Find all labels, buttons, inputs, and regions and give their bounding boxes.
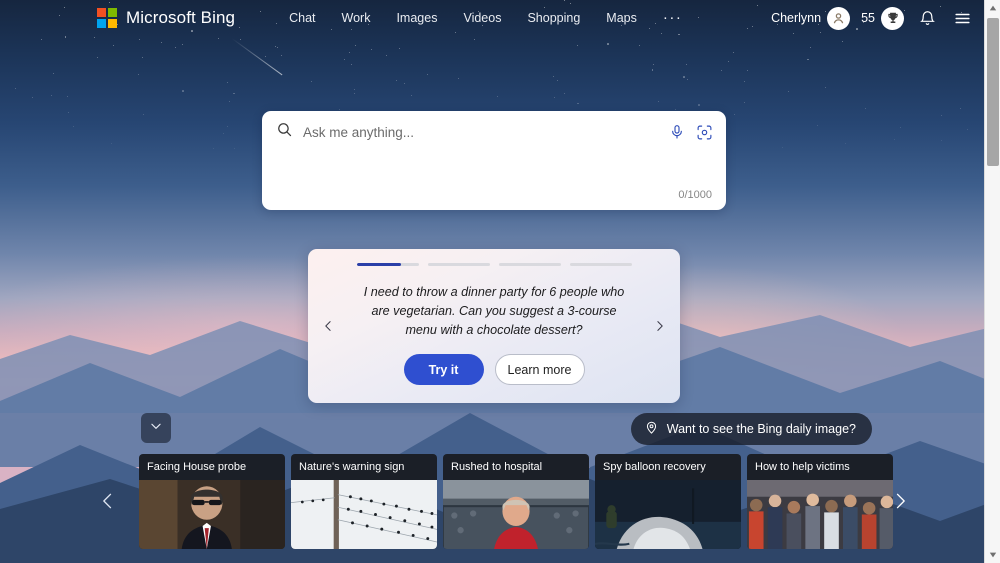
collapse-feed-button[interactable] — [141, 413, 171, 443]
nav-item-maps[interactable]: Maps — [606, 11, 637, 25]
site-header: Microsoft Bing Chat Work Images Videos S… — [0, 0, 988, 36]
progress-segment-2[interactable] — [427, 263, 490, 266]
logo-square-yellow — [107, 18, 117, 28]
news-card[interactable]: How to help victims — [747, 454, 893, 549]
scrollbar-thumb[interactable] — [986, 18, 999, 166]
visual-search-camera-icon[interactable] — [696, 124, 713, 141]
header-actions: Cherlynn 55 — [771, 6, 974, 30]
news-card-image — [443, 480, 589, 549]
suggestion-prompt-text: I need to throw a dinner party for 6 peo… — [363, 285, 625, 337]
news-card[interactable]: Spy balloon recovery — [595, 454, 741, 549]
rewards-count: 55 — [861, 11, 875, 25]
news-card-carousel: Facing House probe Nature's warning sign… — [139, 454, 893, 549]
nav-item-videos[interactable]: Videos — [463, 11, 501, 25]
suggestion-actions: Try it Learn more — [403, 354, 585, 385]
news-card-image — [595, 480, 741, 549]
nav-item-chat[interactable]: Chat — [289, 11, 315, 25]
microsoft-logo-icon — [97, 8, 117, 28]
chevron-down-icon — [149, 419, 163, 438]
main-navigation: Chat Work Images Videos Shopping Maps ··… — [289, 10, 683, 25]
logo-square-red — [97, 8, 107, 18]
location-pin-icon — [644, 420, 659, 438]
progress-segment-1[interactable] — [356, 263, 419, 266]
nav-item-images[interactable]: Images — [396, 11, 437, 25]
carousel-next-chevron-right-icon[interactable] — [890, 487, 910, 515]
search-box: 0/1000 — [262, 111, 726, 210]
search-icon — [276, 121, 293, 143]
nav-item-shopping[interactable]: Shopping — [527, 11, 580, 25]
news-card-title: Rushed to hospital — [451, 461, 543, 473]
nav-more-icon[interactable]: ··· — [663, 10, 683, 25]
brand-logo-link[interactable]: Microsoft Bing — [97, 8, 235, 28]
progress-segment-3[interactable] — [498, 263, 561, 266]
suggestion-prev-chevron-left-icon[interactable] — [322, 317, 335, 335]
bing-daily-image-button[interactable]: Want to see the Bing daily image? — [630, 413, 872, 445]
character-counter: 0/1000 — [678, 189, 712, 201]
try-it-button[interactable]: Try it — [403, 354, 484, 385]
trophy-icon — [881, 6, 904, 30]
scrollbar-track[interactable] — [985, 16, 1000, 547]
search-tools — [669, 124, 713, 141]
news-card[interactable]: Nature's warning sign — [291, 454, 437, 549]
scroll-up-arrow-icon[interactable] — [985, 0, 1000, 16]
hamburger-menu-button[interactable] — [950, 6, 974, 30]
page-scrollbar[interactable] — [984, 0, 1000, 563]
search-input[interactable] — [303, 124, 669, 140]
news-card-title: How to help victims — [755, 461, 850, 473]
search-row — [262, 111, 726, 153]
nav-item-work[interactable]: Work — [342, 11, 371, 25]
progress-segment-4[interactable] — [569, 263, 632, 266]
microphone-icon[interactable] — [669, 124, 685, 140]
learn-more-button[interactable]: Learn more — [494, 354, 585, 385]
news-card-title: Spy balloon recovery — [603, 461, 706, 473]
carousel-prev-chevron-left-icon[interactable] — [98, 487, 118, 515]
bing-homepage: Microsoft Bing Chat Work Images Videos S… — [0, 0, 1000, 563]
suggestion-progress — [356, 263, 632, 266]
bing-daily-image-label: Want to see the Bing daily image? — [666, 422, 856, 436]
scroll-down-arrow-icon[interactable] — [985, 547, 1000, 563]
news-card-image — [747, 480, 893, 549]
news-card-title: Nature's warning sign — [299, 461, 405, 473]
news-card-image — [291, 480, 437, 549]
user-name: Cherlynn — [771, 11, 822, 25]
logo-square-green — [107, 8, 117, 18]
brand-name: Microsoft Bing — [126, 8, 236, 27]
news-card[interactable]: Rushed to hospital — [443, 454, 589, 549]
logo-square-blue — [97, 18, 107, 28]
rewards-button[interactable]: 55 — [861, 6, 904, 30]
notifications-button[interactable] — [915, 6, 939, 30]
news-card[interactable]: Facing House probe — [139, 454, 285, 549]
user-account-button[interactable]: Cherlynn — [771, 6, 851, 30]
suggestion-card: I need to throw a dinner party for 6 peo… — [308, 249, 680, 403]
news-card-image — [139, 480, 285, 549]
person-avatar-icon — [827, 6, 851, 30]
news-card-title: Facing House probe — [147, 461, 247, 473]
suggestion-next-chevron-right-icon[interactable] — [653, 317, 666, 335]
